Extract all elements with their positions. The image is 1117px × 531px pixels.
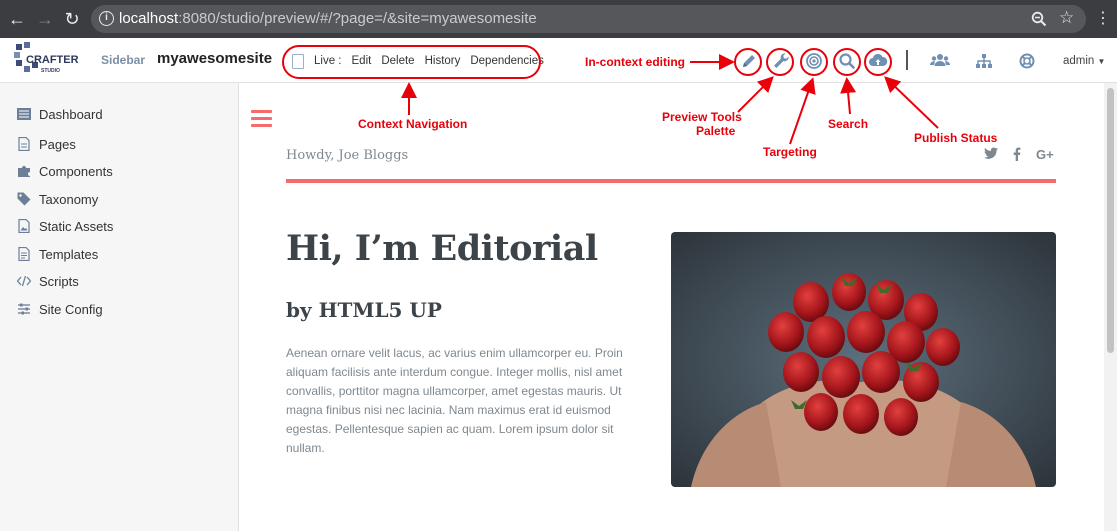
- sidebar-item-pages[interactable]: Pages: [17, 134, 76, 154]
- bookmark-star-icon[interactable]: ☆: [1059, 8, 1074, 28]
- sidebar-item-dashboard[interactable]: Dashboard: [17, 104, 103, 124]
- sidebar-item-label: Site Config: [39, 301, 103, 317]
- sidebar-item-label: Taxonomy: [39, 191, 99, 207]
- hamburger-menu-icon[interactable]: [251, 110, 272, 131]
- sidebar-item-components[interactable]: Components: [17, 161, 113, 181]
- forward-arrow-icon[interactable]: →: [35, 9, 55, 29]
- site-name[interactable]: myawesomesite: [157, 50, 272, 67]
- sidebar-item-label: Pages: [39, 136, 76, 152]
- greeting-text: Howdy, Joe Bloggs: [286, 148, 409, 163]
- info-icon[interactable]: i: [99, 11, 114, 26]
- annotation-in-context-editing: In-context editing: [585, 55, 685, 69]
- document-icon: [292, 53, 304, 69]
- image-file-icon: [18, 219, 30, 233]
- sliders-icon: [18, 303, 30, 315]
- ctx-history-link[interactable]: History: [425, 55, 461, 67]
- annotation-search: Search: [828, 117, 869, 131]
- annotation-publish-status: Publish Status: [914, 131, 998, 145]
- code-icon: [17, 275, 31, 287]
- preview-scrollbar[interactable]: [1104, 83, 1117, 531]
- sidebar-item-label: Scripts: [39, 273, 79, 289]
- ctx-live-status: Live :: [314, 55, 342, 67]
- search-icon[interactable]: [835, 49, 859, 73]
- facebook-icon[interactable]: [1012, 147, 1022, 161]
- hero-strawberries-image: [671, 232, 1056, 487]
- studio-toolbar: CRAFTER STUDIO Sidebar myawesomesite Liv…: [0, 38, 1117, 83]
- annotation-palette: Palette: [696, 124, 736, 138]
- hero-subtitle: by HTML5 UP: [286, 298, 442, 322]
- hero-paragraph: Aenean ornare velit lacus, ac varius eni…: [286, 346, 623, 455]
- pencil-icon[interactable]: [737, 49, 761, 73]
- page-icon: [18, 137, 30, 151]
- user-name: admin: [1063, 55, 1095, 67]
- users-icon[interactable]: [928, 49, 952, 73]
- annotation-context-navigation: Context Navigation: [358, 117, 468, 131]
- sitemap-icon[interactable]: [972, 49, 996, 73]
- toolbar-divider: [906, 50, 908, 70]
- twitter-icon[interactable]: [984, 147, 998, 160]
- scrollbar-thumb[interactable]: [1107, 88, 1114, 353]
- dashboard-icon: [17, 108, 31, 120]
- ctx-edit-link[interactable]: Edit: [352, 55, 372, 67]
- tag-icon: [17, 192, 31, 206]
- url-text[interactable]: localhost:8080/studio/preview/#/?page=/&…: [119, 10, 537, 27]
- social-links: G+: [984, 147, 1054, 162]
- logo-subtext: STUDIO: [41, 68, 60, 74]
- sidebar-toggle-link[interactable]: Sidebar: [101, 53, 145, 67]
- puzzle-icon: [18, 166, 30, 177]
- cloud-upload-icon[interactable]: [866, 49, 890, 73]
- annotation-targeting: Targeting: [763, 145, 817, 159]
- annotation-preview-tools: Preview Tools: [662, 110, 742, 124]
- help-lifebuoy-icon[interactable]: [1015, 49, 1039, 73]
- preview-frame: Howdy, Joe Bloggs G+ Hi, I’m Editorial b…: [240, 83, 1104, 531]
- zoom-icon[interactable]: [1031, 11, 1047, 27]
- google-plus-icon[interactable]: G+: [1036, 147, 1054, 162]
- sidebar-item-templates[interactable]: Templates: [17, 244, 98, 264]
- caret-down-icon: ▼: [1097, 57, 1106, 66]
- hero-title: Hi, I’m Editorial: [286, 228, 598, 269]
- sidebar-item-static-assets[interactable]: Static Assets: [17, 216, 113, 236]
- target-icon[interactable]: [802, 49, 826, 73]
- user-menu[interactable]: admin ▼: [1063, 55, 1105, 67]
- logo-text: CRAFTER: [26, 54, 79, 66]
- back-arrow-icon[interactable]: ←: [7, 9, 27, 29]
- browser-toolbar: ← → ↻ i localhost:8080/studio/preview/#/…: [0, 0, 1117, 38]
- context-navigation: Live : Edit Delete History Dependencies: [286, 47, 554, 75]
- sidebar-item-label: Dashboard: [39, 106, 103, 122]
- reload-icon[interactable]: ↻: [62, 9, 82, 29]
- template-icon: [18, 247, 30, 261]
- sidebar-item-scripts[interactable]: Scripts: [17, 271, 79, 291]
- ctx-dependencies-link[interactable]: Dependencies: [470, 55, 544, 67]
- crafter-logo[interactable]: CRAFTER STUDIO: [13, 41, 85, 79]
- address-bar[interactable]: i localhost:8080/studio/preview/#/?page=…: [91, 5, 1086, 33]
- header-divider: [286, 179, 1056, 183]
- sidebar: Dashboard Pages Components Taxonomy Stat…: [0, 83, 239, 531]
- sidebar-item-label: Templates: [39, 246, 99, 262]
- sidebar-item-label: Static Assets: [39, 218, 114, 234]
- sidebar-item-site-config[interactable]: Site Config: [17, 299, 103, 319]
- ctx-delete-link[interactable]: Delete: [381, 55, 414, 67]
- wrench-icon[interactable]: [769, 49, 793, 73]
- sidebar-item-label: Components: [39, 163, 113, 179]
- menu-dots-icon[interactable]: ⋮: [1093, 9, 1113, 29]
- sidebar-item-taxonomy[interactable]: Taxonomy: [17, 189, 98, 209]
